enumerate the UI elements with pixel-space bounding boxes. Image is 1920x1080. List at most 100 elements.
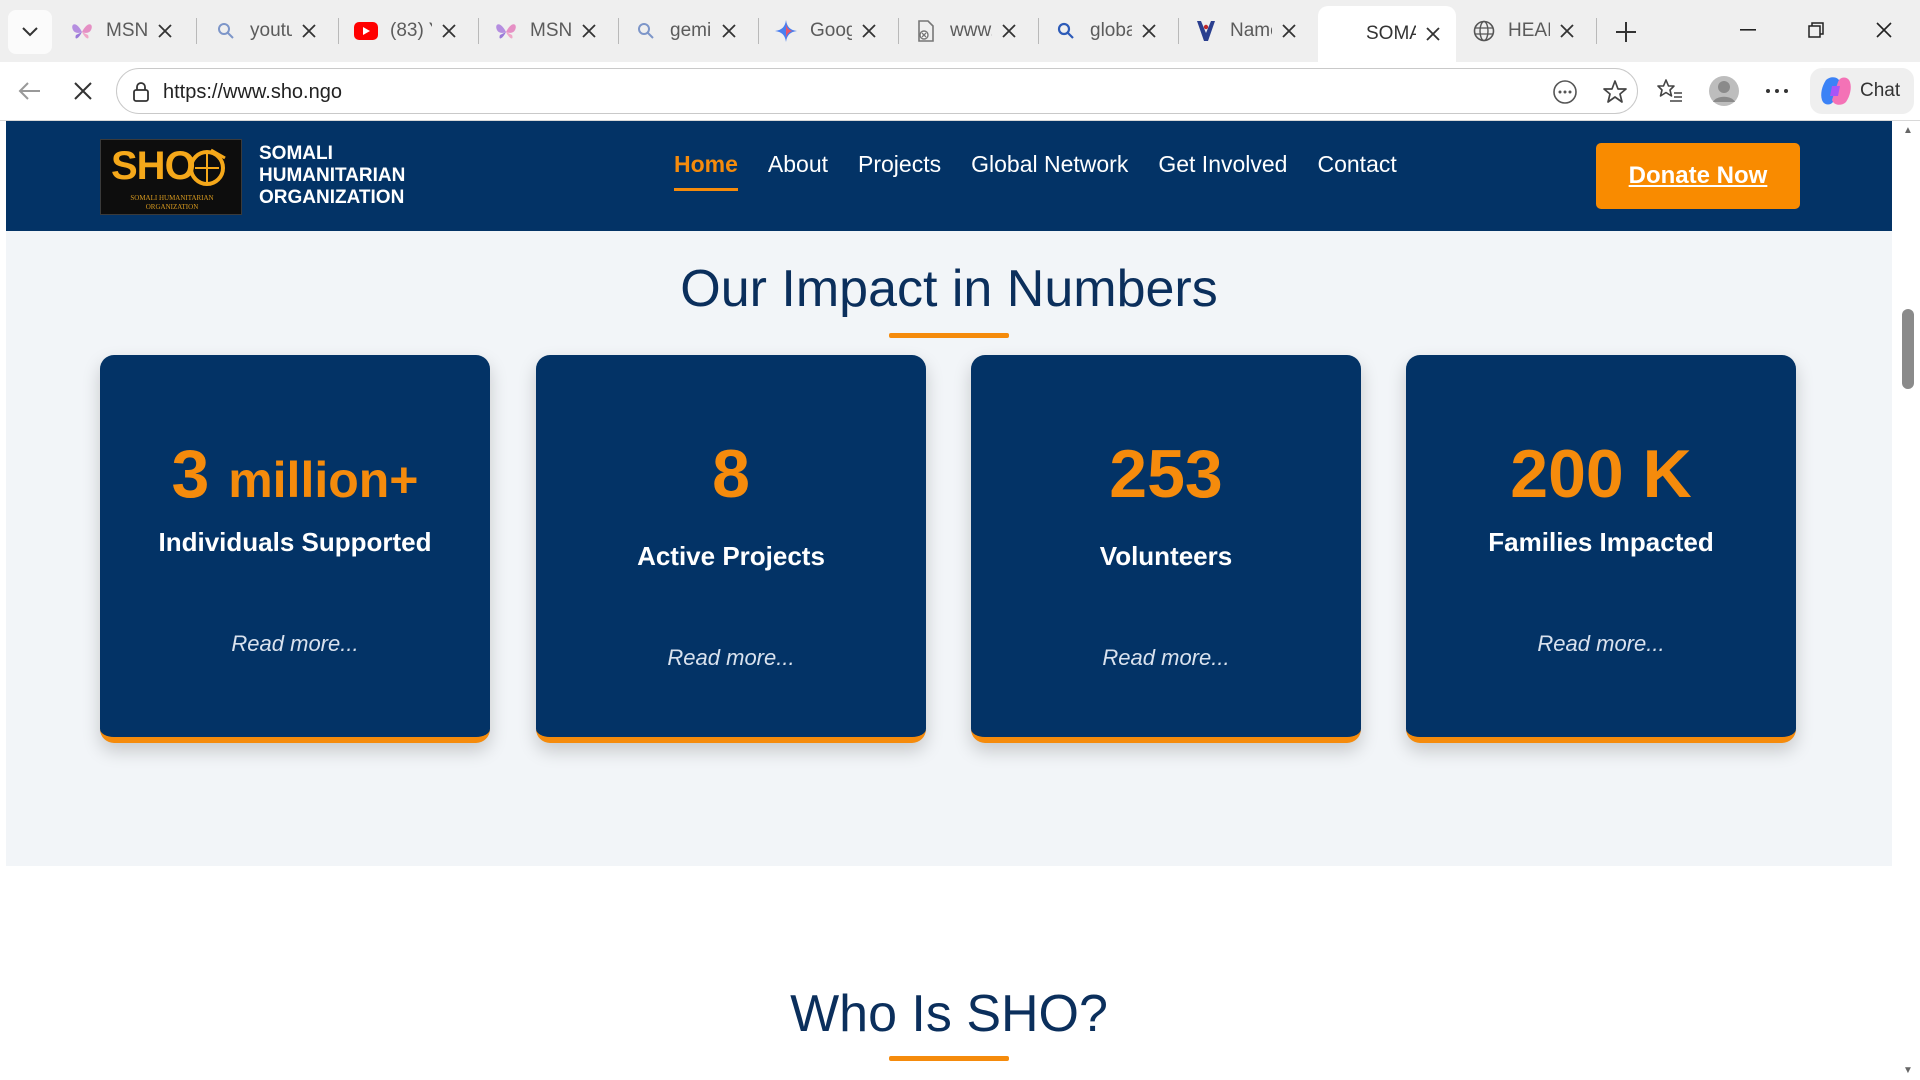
card-number-suffix: K [1642, 436, 1692, 512]
org-name-line: HUMANITARIAN [259, 165, 406, 186]
favorite-button[interactable] [1599, 76, 1631, 108]
close-icon[interactable] [1138, 20, 1160, 42]
favorites-button[interactable] [1650, 71, 1690, 111]
nav-global-network[interactable]: Global Network [971, 151, 1128, 191]
site-header: SHO SOMALI HUMANITARIAN ORGANIZATION SOM… [6, 121, 1892, 231]
nav-about[interactable]: About [768, 151, 828, 191]
tab-separator [478, 18, 479, 44]
tab-strip: MSN | youtub (83) Yo MSN | gemini Google… [0, 0, 1920, 62]
lock-icon[interactable] [129, 80, 153, 104]
close-icon[interactable] [578, 20, 600, 42]
tab-separator [898, 18, 899, 44]
youtube-icon [354, 19, 378, 43]
close-icon[interactable] [438, 20, 460, 42]
close-icon[interactable] [1556, 20, 1578, 42]
tab-title: global [1090, 20, 1132, 41]
close-icon[interactable] [998, 20, 1020, 42]
browser-tab[interactable]: www.b [902, 8, 1032, 54]
address-bar[interactable]: https://www.sho.ngo [116, 68, 1638, 114]
read-more-link[interactable]: Read more... [1406, 631, 1796, 657]
browser-tab[interactable]: Namel [1182, 8, 1312, 54]
back-button[interactable] [10, 71, 50, 111]
page-scrollbar[interactable]: ▲ ▼ [1894, 121, 1920, 1080]
back-arrow-icon [18, 82, 40, 100]
nav-projects[interactable]: Projects [858, 151, 941, 191]
tab-title: Google [810, 20, 852, 41]
browser-tab[interactable]: Google [762, 8, 892, 54]
reading-view-button[interactable] [1549, 76, 1581, 108]
read-more-link[interactable]: Read more... [536, 645, 926, 671]
close-icon[interactable] [718, 20, 740, 42]
impact-card: 3 million+ Individuals Supported Read mo… [100, 355, 490, 743]
browser-tab[interactable]: MSN | [58, 8, 188, 54]
title-underline [889, 333, 1009, 338]
browser-tab[interactable]: MSN | [482, 8, 612, 54]
close-icon[interactable] [858, 20, 880, 42]
browser-tab[interactable]: (83) Yo [342, 8, 472, 54]
copilot-icon [1821, 77, 1851, 105]
card-number: 3 million+ [100, 435, 490, 513]
site-logo[interactable]: SHO SOMALI HUMANITARIAN ORGANIZATION [100, 139, 242, 215]
chat-label: Chat [1860, 80, 1901, 101]
logo-subtext: SOMALI HUMANITARIAN ORGANIZATION [130, 194, 214, 211]
nav-get-involved[interactable]: Get Involved [1158, 151, 1287, 191]
settings-more-button[interactable] [1757, 71, 1797, 111]
globe-icon [1472, 19, 1496, 43]
more-circle-icon [1553, 80, 1577, 104]
scroll-thumb[interactable] [1902, 309, 1914, 389]
more-horizontal-icon [1766, 89, 1788, 93]
stop-loading-button[interactable] [63, 71, 103, 111]
search-icon [1054, 19, 1078, 43]
browser-tab-active[interactable]: SOMAI [1318, 6, 1456, 62]
search-icon [214, 19, 238, 43]
new-tab-button[interactable] [1606, 12, 1646, 52]
read-more-link[interactable]: Read more... [100, 631, 490, 657]
nav-contact[interactable]: Contact [1317, 151, 1396, 191]
tab-separator [196, 18, 197, 44]
close-window-button[interactable] [1856, 8, 1912, 52]
tab-title: youtub [250, 20, 292, 41]
close-icon[interactable] [1422, 23, 1444, 45]
namel-logo-icon [1194, 19, 1218, 43]
nav-home[interactable]: Home [674, 151, 738, 191]
tab-separator [338, 18, 339, 44]
browser-tab[interactable]: youtub [202, 8, 332, 54]
impact-section: Our Impact in Numbers 3 million+ Individ… [6, 231, 1892, 866]
main-nav: Home About Projects Global Network Get I… [674, 151, 1427, 191]
title-underline [889, 1056, 1009, 1061]
copilot-chat-button[interactable]: Chat [1810, 68, 1914, 114]
gemini-sparkle-icon [774, 19, 798, 43]
impact-card: 8 Active Projects Read more... [536, 355, 926, 743]
scroll-up-arrow-icon[interactable]: ▲ [1902, 125, 1914, 137]
tab-separator [1038, 18, 1039, 44]
minimize-button[interactable] [1720, 8, 1776, 52]
url-text[interactable]: https://www.sho.ngo [163, 81, 342, 104]
restore-icon [1808, 22, 1824, 38]
favorites-list-icon [1657, 79, 1682, 102]
tab-list-button[interactable] [8, 10, 52, 54]
org-name: SOMALI HUMANITARIAN ORGANIZATION [259, 143, 459, 209]
card-number: 253 [971, 435, 1361, 513]
close-icon[interactable] [1278, 20, 1300, 42]
close-icon[interactable] [298, 20, 320, 42]
browser-tab[interactable]: global [1042, 8, 1172, 54]
close-icon[interactable] [154, 20, 176, 42]
card-number-main: 3 [171, 436, 210, 512]
section-title: Who Is SHO? [790, 985, 1108, 1043]
globe-logo-icon [189, 148, 226, 186]
card-number-main: 8 [712, 436, 750, 512]
chevron-down-icon [22, 27, 38, 37]
card-label: Families Impacted [1488, 527, 1714, 557]
avatar [1709, 76, 1739, 106]
donate-now-button[interactable]: Donate Now [1596, 143, 1800, 209]
browser-tab[interactable]: gemini [622, 8, 752, 54]
restore-button[interactable] [1788, 8, 1844, 52]
tab-separator [1596, 18, 1597, 44]
logo-text: SHO [111, 144, 196, 188]
profile-button[interactable] [1704, 71, 1744, 111]
scroll-down-arrow-icon[interactable]: ▼ [1902, 1065, 1914, 1077]
read-more-link[interactable]: Read more... [971, 645, 1361, 671]
msn-butterfly-icon [494, 19, 518, 43]
impact-card: 253 Volunteers Read more... [971, 355, 1361, 743]
browser-tab[interactable]: HEAL Y [1460, 8, 1590, 54]
